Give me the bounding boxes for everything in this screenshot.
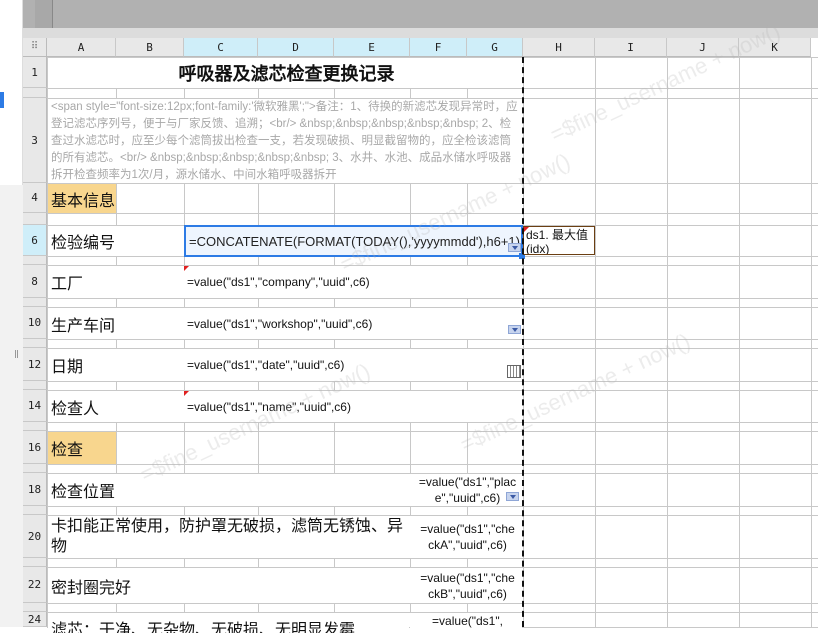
row-header-2[interactable] — [23, 88, 47, 98]
left-panel — [0, 0, 23, 627]
column-header-A[interactable]: A — [47, 38, 116, 57]
formula-cell-f18[interactable]: =value("ds1","place","uuid",c6) — [410, 474, 522, 506]
dropdown-icon[interactable] — [508, 243, 521, 252]
label-check-location[interactable]: 检查位置 — [48, 474, 409, 506]
ruler — [35, 0, 53, 28]
remark-text: <span style="font-size:12px;font-family:… — [51, 101, 518, 181]
toolbar-gap — [23, 28, 818, 38]
grid-line — [47, 298, 818, 299]
formula-cell-c14[interactable]: =value("ds1","name","uuid",c6) — [184, 391, 522, 422]
formula-text: =value("ds1","date","uuid",c6) — [187, 358, 345, 372]
formula-cell-c6[interactable]: =CONCATENATE(FORMAT(TODAY(),'yyyymmdd'),… — [184, 225, 523, 257]
row-header-13[interactable] — [23, 381, 47, 390]
grid-line — [47, 381, 818, 382]
label-check-c[interactable]: 滤芯：干净、无杂物、无破损、无明显发霉 — [48, 613, 409, 633]
row-header-12[interactable]: 12 — [23, 348, 47, 381]
resize-handle[interactable] — [15, 350, 18, 358]
row-header-7[interactable] — [23, 256, 47, 265]
grid-line — [595, 57, 596, 627]
column-header-J[interactable]: J — [667, 38, 739, 57]
row-header-19[interactable] — [23, 506, 47, 515]
formula-text: =value("ds1","company","uuid",c6) — [187, 275, 370, 289]
row-header-17[interactable] — [23, 464, 47, 473]
row-header-1[interactable]: 1 — [23, 57, 47, 88]
formula-cell-f24[interactable]: =value("ds1", — [410, 613, 522, 633]
report-title[interactable]: 呼吸器及滤芯检查更换记录 — [48, 58, 522, 88]
row-header-5[interactable] — [23, 213, 47, 225]
row-header-24[interactable]: 24 — [23, 612, 47, 627]
grid-line — [47, 213, 818, 214]
column-header-G[interactable]: G — [467, 38, 523, 57]
row-header-8[interactable]: 8 — [23, 265, 47, 298]
row-header-3[interactable]: 3 — [23, 98, 47, 183]
column-header-C[interactable]: C — [184, 38, 258, 57]
grid-line — [811, 57, 812, 627]
grid-line — [47, 431, 818, 432]
grid-line — [47, 603, 818, 604]
row-header-22[interactable]: 22 — [23, 567, 47, 603]
column-header-H[interactable]: H — [523, 38, 595, 57]
row-header-15[interactable] — [23, 422, 47, 431]
row-header-21[interactable] — [23, 558, 47, 567]
column-header-I[interactable]: I — [595, 38, 667, 57]
section-check[interactable]: 检查 — [48, 432, 116, 464]
row-header-18[interactable]: 18 — [23, 473, 47, 506]
grid-line — [739, 57, 740, 627]
grid-line — [47, 88, 818, 89]
formula-cell-c8[interactable]: =value("ds1","company","uuid",c6) — [184, 266, 522, 298]
column-header-F[interactable]: F — [410, 38, 467, 57]
row-header-9[interactable] — [23, 298, 47, 307]
grid-line — [47, 339, 818, 340]
formula-text: =CONCATENATE(FORMAT(TODAY(),'yyyymmdd'),… — [189, 233, 520, 249]
toolbar — [23, 0, 818, 28]
row-header-6[interactable]: 6 — [23, 225, 47, 256]
row-header-20[interactable]: 20 — [23, 515, 47, 558]
page-break-line — [522, 57, 524, 627]
grid-line — [47, 422, 818, 423]
grid-line — [47, 464, 818, 465]
formula-cell-f22[interactable]: =value("ds1","checkB","uuid",c6) — [410, 568, 522, 603]
label-inspector[interactable]: 检查人 — [48, 391, 183, 422]
row-header-4[interactable]: 4 — [23, 183, 47, 213]
row-header-11[interactable] — [23, 339, 47, 348]
label-factory[interactable]: 工厂 — [48, 266, 183, 298]
label-check-b[interactable]: 密封圈完好 — [48, 568, 409, 603]
grid-line — [47, 506, 818, 507]
formula-text: =value("ds1","name","uuid",c6) — [187, 399, 351, 414]
column-header-K[interactable]: K — [739, 38, 811, 57]
column-header-B[interactable]: B — [116, 38, 184, 57]
formula-text: =value("ds1","workshop","uuid",c6) — [187, 316, 373, 331]
formula-cell-f20[interactable]: =value("ds1","checkA","uuid",c6) — [410, 516, 522, 558]
formula-text: ds1. 最大值(idx) — [526, 228, 589, 255]
remark-cell[interactable]: <span style="font-size:12px;font-family:… — [48, 99, 522, 183]
section-basic-info[interactable]: 基本信息 — [48, 184, 116, 213]
column-header-E[interactable]: E — [334, 38, 410, 57]
formula-cell-c10[interactable]: =value("ds1","workshop","uuid",c6) — [184, 308, 522, 339]
column-header-D[interactable]: D — [258, 38, 334, 57]
label-date[interactable]: 日期 — [48, 349, 183, 381]
row-header-10[interactable]: 10 — [23, 307, 47, 339]
calendar-icon[interactable] — [507, 365, 521, 378]
label-workshop[interactable]: 生产车间 — [48, 308, 183, 339]
grid-line — [47, 558, 818, 559]
row-header-16[interactable]: 16 — [23, 431, 47, 464]
label-check-a[interactable]: 卡扣能正常使用，防护罩无破损，滤筒无锈蚀、异物 — [48, 516, 409, 558]
dropdown-icon[interactable] — [508, 325, 521, 334]
formula-cell-h6[interactable]: ds1. 最大值(idx) — [523, 226, 595, 255]
formula-cell-c12[interactable]: =value("ds1","date","uuid",c6) — [184, 349, 522, 381]
label-inspection-no[interactable]: 检验编号 — [48, 226, 183, 256]
formula-text: =value("ds1","checkA","uuid",c6) — [420, 522, 515, 552]
formula-text: =value("ds1","checkB","uuid",c6) — [420, 570, 515, 601]
dropdown-icon[interactable] — [506, 492, 519, 501]
row-header-14[interactable]: 14 — [23, 390, 47, 422]
panel-body — [0, 185, 23, 627]
grid-line — [47, 183, 818, 184]
grid-line — [667, 57, 668, 627]
select-all-grid-icon[interactable]: ⠿ — [23, 38, 47, 57]
panel-tab-indicator[interactable] — [0, 92, 4, 108]
row-header-23[interactable] — [23, 603, 47, 612]
formula-text: =value("ds1","place","uuid",c6) — [418, 475, 517, 505]
